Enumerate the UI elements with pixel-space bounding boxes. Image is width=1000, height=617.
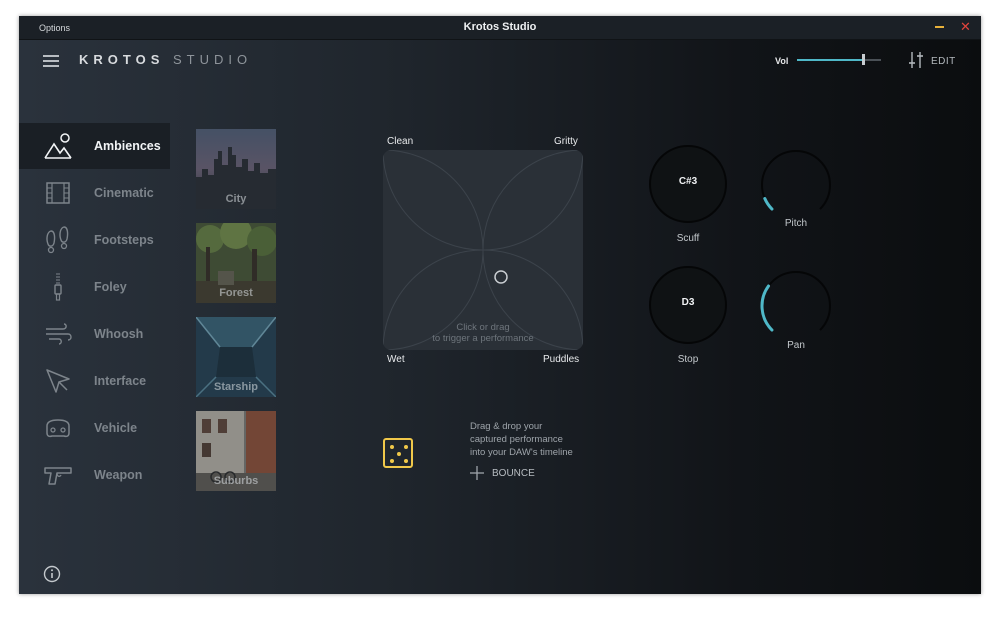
category-label: Vehicle [94, 421, 138, 435]
bounce-instructions: Drag & drop your captured performance in… [470, 420, 573, 459]
xy-hint: Click or drag to trigger a performance [383, 322, 583, 344]
category-weapon[interactable]: Weapon [19, 452, 170, 498]
xy-label-top-right: Gritty [554, 136, 578, 147]
category-ambiences[interactable]: Ambiences [19, 123, 170, 169]
volume-handle[interactable] [861, 54, 865, 65]
pan-dial[interactable] [760, 270, 832, 342]
volume-fill [797, 59, 863, 61]
zipper-icon [54, 273, 62, 301]
preset-city[interactable]: City [196, 129, 276, 209]
preset-label: City [225, 193, 247, 205]
pitch-label: Pitch [784, 218, 808, 229]
pitch-dial[interactable] [760, 149, 832, 221]
preset-suburbs[interactable]: Suburbs [196, 411, 276, 491]
category-whoosh[interactable]: Whoosh [19, 311, 170, 357]
window-title: Krotos Studio [463, 21, 537, 33]
bounce-line: into your DAW's timeline [470, 447, 573, 458]
bounce-line: Drag & drop your [470, 421, 543, 432]
edit-button[interactable]: EDIT [931, 56, 956, 67]
bounce-button[interactable]: BOUNCE [492, 468, 535, 479]
category-label: Whoosh [94, 327, 144, 341]
volume-label: Vol [775, 56, 789, 66]
scuff-note: C#3 [678, 176, 698, 187]
preset-label: Suburbs [213, 475, 259, 487]
stop-label: Stop [677, 354, 699, 365]
menu-icon[interactable] [43, 54, 59, 68]
volume-slider[interactable] [797, 54, 881, 65]
minimize-button[interactable] [935, 26, 944, 28]
xy-hint-line: Click or drag [456, 322, 510, 333]
dice-icon[interactable] [383, 438, 413, 468]
xy-label-bottom-right: Puddles [543, 354, 580, 365]
category-cinematic[interactable]: Cinematic [19, 170, 170, 216]
car-icon [46, 419, 70, 438]
preset-label: Starship [213, 381, 258, 393]
category-footsteps[interactable]: Footsteps [19, 217, 170, 263]
category-vehicle[interactable]: Vehicle [19, 405, 170, 451]
brand-bold: KROTOS [79, 52, 165, 67]
preset-label: Forest [219, 287, 253, 299]
xy-label-top-left: Clean [387, 136, 414, 147]
app-window: Options Krotos Studio ✕ KROTOS STUDIO Vo… [19, 16, 981, 594]
gun-icon [44, 467, 72, 485]
category-label: Cinematic [94, 186, 154, 200]
move-crosshair-icon[interactable] [470, 466, 484, 480]
title-bar: Options Krotos Studio ✕ [19, 16, 981, 40]
xy-pad-grid [383, 150, 583, 350]
xy-label-bottom-left: Wet [387, 354, 405, 365]
category-foley[interactable]: Foley [19, 264, 170, 310]
brand-light: STUDIO [173, 52, 253, 67]
category-label: Ambiences [94, 139, 161, 153]
category-label: Weapon [94, 468, 143, 482]
category-label: Interface [94, 374, 147, 388]
preset-forest[interactable]: Forest [196, 223, 276, 303]
category-label: Footsteps [94, 233, 154, 247]
xy-hint-line: to trigger a performance [432, 333, 534, 344]
xy-cursor[interactable] [493, 269, 509, 285]
wind-icon [46, 323, 72, 345]
scuff-trigger[interactable]: C#3 [649, 145, 727, 223]
stop-note: D3 [681, 297, 695, 308]
brand-logo: KROTOS STUDIO [79, 52, 252, 67]
info-icon[interactable] [43, 565, 61, 583]
film-icon [46, 182, 70, 204]
cursor-icon [46, 369, 70, 393]
xy-performance-pad[interactable]: Click or drag to trigger a performance [383, 150, 583, 350]
close-button[interactable]: ✕ [960, 20, 971, 34]
category-label: Foley [94, 280, 127, 294]
category-interface[interactable]: Interface [19, 358, 170, 404]
bounce-line: captured performance [470, 434, 563, 445]
footprints-icon [46, 226, 69, 254]
preset-starship[interactable]: Starship [196, 317, 276, 397]
pan-label: Pan [787, 340, 805, 351]
sliders-icon[interactable] [907, 51, 925, 69]
mountains-icon [44, 133, 72, 159]
stop-trigger[interactable]: D3 [649, 266, 727, 344]
scuff-label: Scuff [676, 233, 700, 244]
